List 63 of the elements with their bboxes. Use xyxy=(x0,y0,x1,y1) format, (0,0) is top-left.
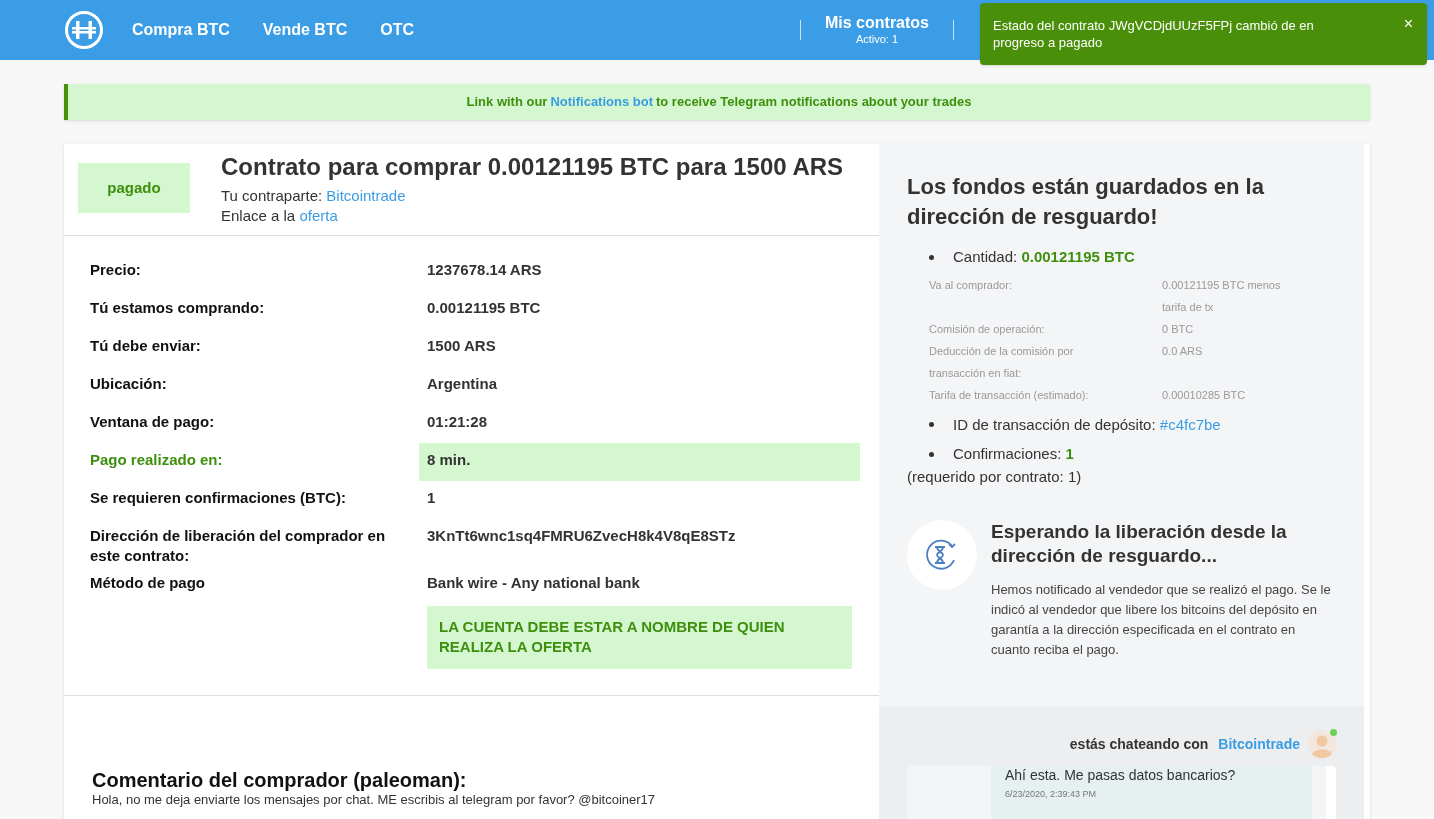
notifications-bot-link[interactable]: Notifications bot xyxy=(550,92,653,112)
detail-label: Tú debe enviar: xyxy=(90,336,202,356)
detail-label: Se requieren confirmaciones (BTC): xyxy=(90,488,347,508)
comment-title: Comentario del comprador (paleoman): xyxy=(92,768,468,792)
required-confirmations: (requerido por contrato: 1) xyxy=(907,466,1083,487)
breakdown-label: Deducción de la comisión por transacción en fiat: xyxy=(929,343,1075,381)
my-contracts-link[interactable]: Mis contratos Activo: 1 xyxy=(801,14,953,46)
detail-value: 01:21:28 xyxy=(426,412,489,432)
nav-link[interactable]: OTC xyxy=(380,18,415,42)
detail-value: 1237678.14 ARS xyxy=(426,260,543,280)
offer-link[interactable]: oferta xyxy=(299,207,338,224)
detail-label: Precio: xyxy=(90,260,142,280)
banner-text: Link with our xyxy=(466,93,548,112)
offer-label: Enlace a la xyxy=(221,207,296,224)
status-label: pagado xyxy=(78,163,190,213)
amount-label: Cantidad: xyxy=(953,247,1018,267)
breakdown-value: 0.0 ARS xyxy=(1162,343,1204,359)
detail-value: 3KnTt6wnc1sq4FMRU6ZvecH8k4V8qE8STz xyxy=(426,526,737,546)
detail-value: Argentina xyxy=(426,374,498,394)
nav-link[interactable]: Vende BTC xyxy=(262,18,348,42)
confirmations-label: Confirmaciones: xyxy=(953,444,1062,464)
escrow-title: Los fondos están guardados en la dirección de resguardo! xyxy=(907,173,1265,231)
counterparty-label: Tu contraparte: xyxy=(221,187,323,204)
detail-value: 0.00121195 BTC xyxy=(426,298,542,318)
breakdown-label: Comisión de operación: xyxy=(929,321,1046,337)
message-time: 6/23/2020, 2:39:43 PM xyxy=(1005,788,1098,800)
detail-value: 1500 ARS xyxy=(426,336,497,356)
contract-title: Contrato para comprar 0.00121195 BTC para 1500 ARS xyxy=(221,152,844,182)
breakdown-label: Va al comprador: xyxy=(929,277,1013,293)
close-button[interactable]: × xyxy=(1403,17,1413,31)
counterparty-link[interactable]: Bitcointrade xyxy=(326,187,406,204)
payment-note: LA CUENTA DEBE ESTAR A NOMBRE DE QUIEN REALIZA LA OFERTA xyxy=(427,606,852,669)
detail-value: 1 xyxy=(426,488,437,508)
amount-value: 0.00121195 BTC xyxy=(1021,247,1135,267)
breakdown-value: 0 BTC xyxy=(1162,321,1195,337)
detail-label: Método de pago xyxy=(90,573,206,593)
breakdown-value: 0.00121195 BTC menos tarifa de tx xyxy=(1162,277,1282,315)
detail-label: Ubicación: xyxy=(90,374,168,394)
waiting-title: Esperando la liberación desde la dirección de resguardo... xyxy=(991,520,1288,568)
bullet xyxy=(929,254,934,260)
deposit-label: ID de transacción de depósito: xyxy=(953,414,1156,435)
detail-label: Ventana de pago: xyxy=(90,412,216,432)
nav-link[interactable]: Compra BTC xyxy=(132,18,230,42)
avatar-icon xyxy=(1308,730,1336,758)
detail-value: Bank wire - Any national bank xyxy=(426,573,641,593)
banner-text: to receive Telegram notifications about your trades xyxy=(656,93,972,112)
detail-label: Pago realizado en: xyxy=(90,450,224,470)
deposit-link[interactable]: #c4fc7be xyxy=(1159,413,1221,436)
bullet xyxy=(929,451,934,457)
detail-value: 8 min. xyxy=(419,443,860,481)
toast-message: Estado del contrato JWgVCDjdUUzF5FPj cambió de en progreso a pagado xyxy=(993,17,1315,51)
detail-label: Tú estamos comprando: xyxy=(90,298,266,318)
chat-partner-link[interactable]: Bitcointrade xyxy=(1218,733,1300,755)
logo-icon[interactable] xyxy=(64,10,104,50)
breakdown-value: 0.00010285 BTC xyxy=(1162,387,1247,403)
message-text: Ahí esta. Me pasas datos bancarios? xyxy=(1005,766,1237,784)
breakdown-label: Tarifa de transacción (estimado): xyxy=(929,387,1090,403)
bullet xyxy=(929,422,934,428)
detail-label: Dirección de liberación del comprador en este contrato: xyxy=(90,526,387,566)
chat-label: estás chateando con xyxy=(1069,734,1209,754)
waiting-text: Hemos notificado al vendedor que se realizó el pago. Se le indicó al vendedor que libere los bitcoins del depósito en garantía a la dirección especificada en el contrato en cuanto reciba el pago. xyxy=(991,581,1331,659)
comment-text: Hola, no me deja enviarte los mensajes por chat. ME escribis al telegram por favor? @bitcoiner17 xyxy=(92,792,657,808)
confirmations-value: 1 xyxy=(1065,444,1074,464)
